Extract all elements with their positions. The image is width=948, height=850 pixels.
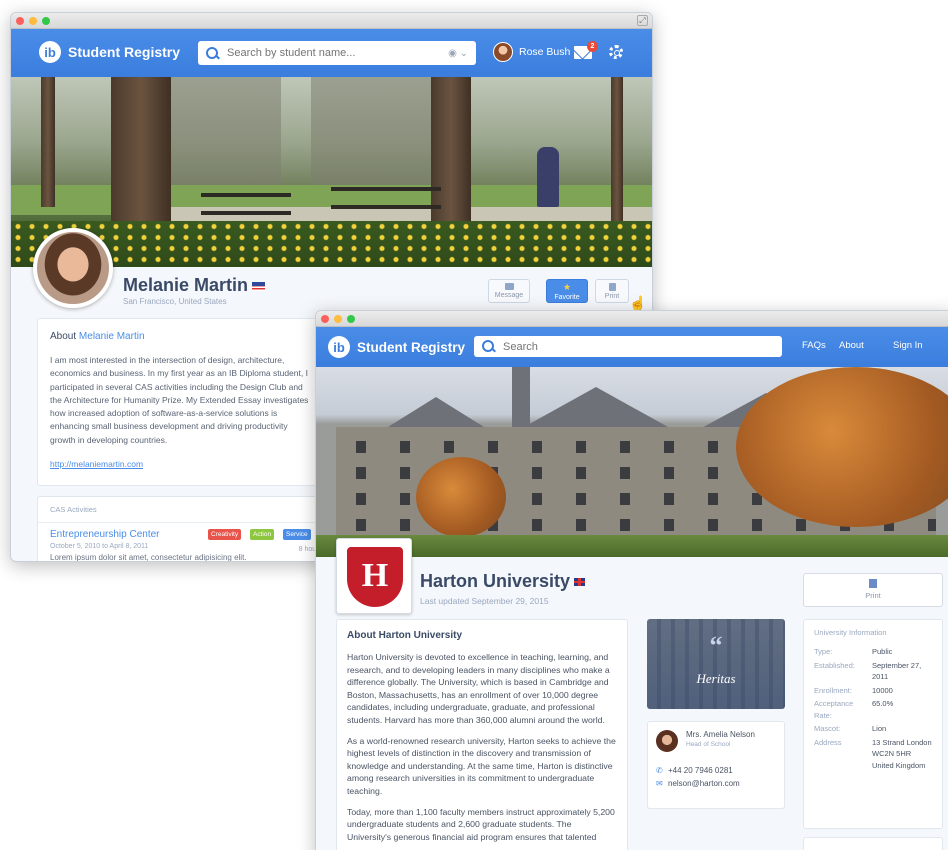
print-button[interactable]: Print xyxy=(803,573,943,607)
university-name: Harton University xyxy=(420,571,586,592)
filter-dropdown-icon[interactable]: ◉ ⌄ xyxy=(448,48,468,59)
zoom-window-button[interactable] xyxy=(347,315,355,323)
search-icon xyxy=(206,46,219,60)
personal-website-link[interactable]: http://melaniemartin.com xyxy=(50,459,314,469)
last-updated: Last updated September 29, 2015 xyxy=(420,596,549,606)
about-paragraph: Today, more than 1,100 faculty members i… xyxy=(347,806,615,842)
logo-icon: ib xyxy=(328,336,350,358)
cas-activities-card: CAS Activities Entrepreneurship Center O… xyxy=(37,496,327,562)
app-logo[interactable]: ib Student Registry xyxy=(328,336,465,358)
table-row: Address 13 Strand London WC2N 5HR United … xyxy=(814,737,932,770)
university-seal: H xyxy=(336,538,412,614)
search-box[interactable] xyxy=(474,336,782,357)
uk-flag-icon xyxy=(574,578,586,587)
contact-phone[interactable]: ✆ +44 20 7946 0281 xyxy=(656,766,776,775)
contact-role: Head of School xyxy=(686,741,731,748)
table-row: Established: September 27, 2011 xyxy=(814,660,922,682)
contact-email[interactable]: ✉ nelson@harton.com xyxy=(656,779,776,788)
app-name: Student Registry xyxy=(68,44,181,60)
tag-service[interactable]: Service xyxy=(283,529,311,540)
window-titlebar: ⤢ xyxy=(11,13,652,29)
user-avatar xyxy=(493,42,513,62)
message-button[interactable]: Message xyxy=(488,279,530,303)
student-name: Melanie Martin xyxy=(123,275,266,296)
student-avatar xyxy=(33,228,113,308)
minimize-window-button[interactable] xyxy=(29,17,37,25)
app-logo[interactable]: ib Student Registry xyxy=(39,41,180,63)
zoom-window-button[interactable] xyxy=(42,17,50,25)
motto-card: “ Heritas xyxy=(647,619,785,709)
university-profile-window: ib Student Registry FAQs About Sign In H… xyxy=(315,310,948,850)
logo-icon: ib xyxy=(39,41,61,63)
cas-activities-title: CAS Activities xyxy=(38,497,326,523)
list-item[interactable]: Entrepreneurship Center October 5, 2010 … xyxy=(38,523,326,562)
table-row: Enrollment: 10000 xyxy=(814,685,893,695)
about-text: I am most interested in the intersection… xyxy=(50,355,309,445)
university-information-card: University Information Type: Public Estab… xyxy=(803,619,943,829)
fullscreen-icon[interactable]: ⤢ xyxy=(637,15,648,26)
user-menu[interactable]: Rose Bush xyxy=(493,42,570,62)
contact-card: Mrs. Amelia Nelson Head of School ✆ +44 … xyxy=(647,721,785,809)
user-name: Rose Bush xyxy=(519,46,571,58)
student-location: San Francisco, United States xyxy=(123,297,227,306)
document-icon xyxy=(869,579,877,588)
table-row: Type: Public xyxy=(814,647,893,656)
about-paragraph: As a world-renowned research university,… xyxy=(347,735,616,796)
minimize-window-button[interactable] xyxy=(334,315,342,323)
activity-description: Lorem ipsum dolor sit amet, consectetur … xyxy=(50,553,247,562)
print-button[interactable]: Print xyxy=(595,279,629,303)
info-table: Type: Public Established: September 27, 20… xyxy=(814,645,932,772)
tag-creativity[interactable]: Creativity xyxy=(208,529,242,540)
document-icon xyxy=(608,283,616,291)
about-paragraph: Harton University is devoted to excellen… xyxy=(347,652,610,725)
student-search-input[interactable] xyxy=(227,47,449,59)
university-cover-photo xyxy=(316,367,948,557)
about-heading: About Melanie Martin xyxy=(50,331,145,342)
envelope-icon xyxy=(504,283,514,290)
close-window-button[interactable] xyxy=(16,17,24,25)
gear-icon[interactable] xyxy=(609,45,623,59)
envelope-icon: ✉ xyxy=(656,779,663,788)
tag-action[interactable]: Action xyxy=(250,529,275,540)
mail-count-badge: 2 xyxy=(587,41,598,52)
app-header: ib Student Registry ◉ ⌄ Rose Bush 2 xyxy=(11,29,652,77)
us-flag-icon xyxy=(252,281,266,291)
window-titlebar xyxy=(316,311,948,327)
contact-avatar xyxy=(656,730,678,752)
about-heading: About Harton University xyxy=(347,630,463,641)
table-row: Acceptance Rate: 65.0% xyxy=(814,699,894,720)
contact-name: Mrs. Amelia Nelson xyxy=(686,730,755,739)
favorite-button[interactable]: ★ Favorite xyxy=(546,279,588,303)
star-icon: ★ xyxy=(562,282,572,292)
about-student-card: About Melanie Martin I am most intereste… xyxy=(37,318,327,486)
phone-icon: ✆ xyxy=(656,766,663,775)
activity-name[interactable]: Entrepreneurship Center xyxy=(50,529,314,540)
table-row: Mascot: Lion xyxy=(814,724,887,733)
student-search-box[interactable]: ◉ ⌄ xyxy=(198,41,476,65)
activity-dates: October 5, 2010 to April 8, 2011 xyxy=(50,543,149,550)
search-input[interactable] xyxy=(503,340,774,353)
quote-icon: “ xyxy=(709,631,723,660)
close-window-button[interactable] xyxy=(321,315,329,323)
motto-text: Heritas xyxy=(696,671,736,686)
app-header: ib Student Registry FAQs About Sign In xyxy=(316,327,948,367)
nav-about-link[interactable]: About xyxy=(839,340,864,351)
sign-in-link[interactable]: Sign In xyxy=(893,340,923,351)
about-university-card: About Harton University Harton Universit… xyxy=(336,619,628,850)
info-title: University Information xyxy=(814,628,887,637)
app-name: Student Registry xyxy=(357,339,466,355)
nav-faqs-link[interactable]: FAQs xyxy=(802,340,826,351)
secondary-info-card xyxy=(803,837,943,850)
search-icon xyxy=(482,340,495,353)
shield-icon: H xyxy=(347,547,403,607)
campus-cover-photo xyxy=(11,77,652,267)
